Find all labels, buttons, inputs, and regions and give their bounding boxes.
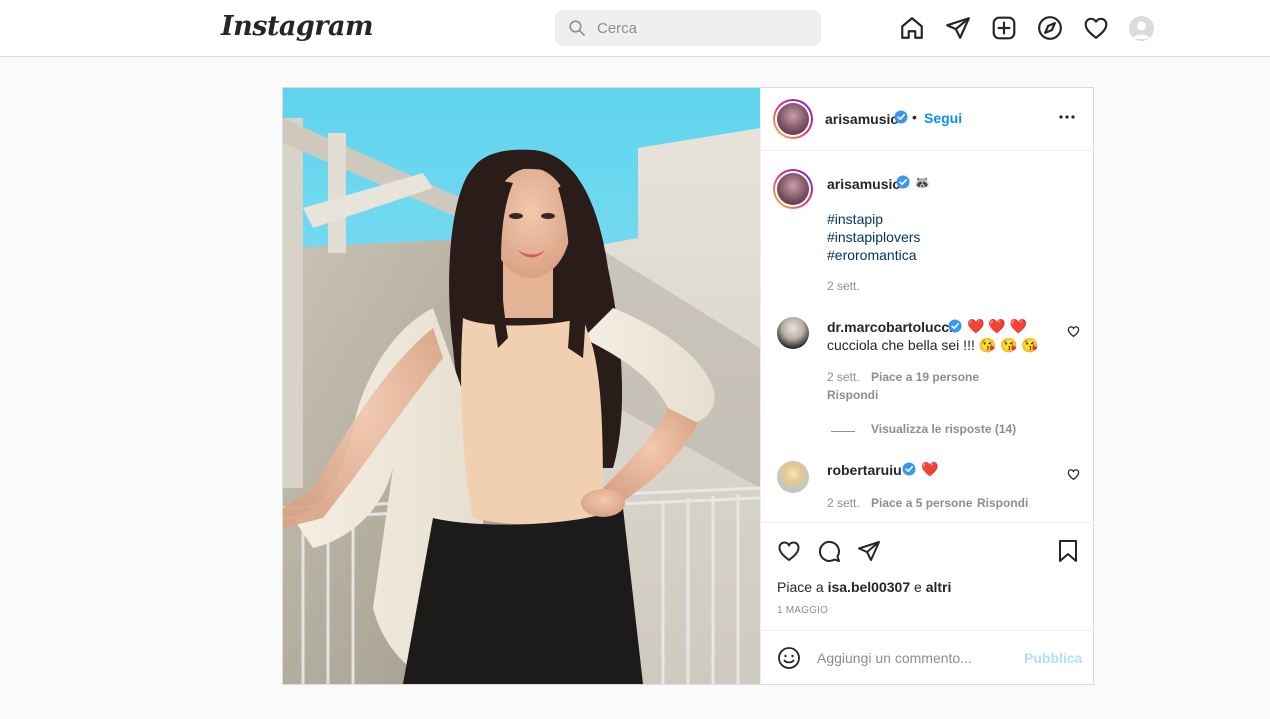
caption-and-comments: arisamusic 🦝 #instapip #instapiplovers #…	[761, 151, 1094, 521]
publish-button[interactable]: Pubblica	[1024, 650, 1082, 666]
post-photo[interactable]	[283, 88, 760, 684]
caption-author-avatar[interactable]	[773, 169, 813, 209]
more-options-icon[interactable]	[1058, 108, 1076, 126]
explore-icon[interactable]	[1037, 15, 1063, 41]
like-comment-icon[interactable]	[1067, 468, 1080, 481]
likes-others-link[interactable]: altri	[926, 579, 952, 595]
home-icon[interactable]	[899, 15, 925, 41]
search-box[interactable]	[555, 10, 821, 46]
comment-text: ❤️	[921, 461, 939, 477]
likes-and: e	[914, 579, 922, 595]
direct-icon[interactable]	[945, 15, 971, 41]
separator-dot: •	[912, 109, 917, 125]
caption-username[interactable]: arisamusic	[827, 176, 900, 192]
like-comment-icon[interactable]	[1067, 325, 1080, 338]
emoji-icon[interactable]	[777, 646, 801, 670]
hashtag-link[interactable]: #instapiplovers	[827, 228, 920, 246]
post-date[interactable]: 1 MAGGIO	[777, 605, 828, 616]
hashtag-link[interactable]: #instapip	[827, 210, 920, 228]
search-input[interactable]	[597, 17, 807, 39]
comment-icon[interactable]	[817, 539, 841, 563]
profile-avatar[interactable]	[1129, 16, 1154, 41]
post-card: arisamusic • Segui arisamusic 🦝 #instapi…	[282, 87, 1094, 685]
hashtag-list: #instapip #instapiplovers #eroromantica	[827, 210, 920, 264]
comment-username[interactable]: dr.marcobartolucci	[827, 319, 953, 335]
comment-text: cucciola che bella sei !!! 😘 😘 😘	[827, 337, 1039, 353]
post-actions: Piace a isa.bel00307 e altri 1 MAGGIO	[761, 522, 1094, 630]
caption-emoji: 🦝	[914, 175, 931, 190]
follow-button[interactable]: Segui	[924, 110, 962, 126]
post-side-panel: arisamusic • Segui arisamusic 🦝 #instapi…	[760, 88, 1094, 685]
commenter-avatar[interactable]	[777, 461, 809, 493]
likes-prefix: Piace a	[777, 579, 824, 595]
verified-badge-icon	[896, 175, 910, 189]
verified-badge-icon	[894, 110, 908, 124]
caption-time[interactable]: 2 sett.	[827, 279, 860, 293]
like-icon[interactable]	[777, 539, 801, 563]
search-icon	[569, 20, 585, 36]
verified-badge-icon	[948, 319, 962, 333]
comment-time[interactable]: 2 sett.	[827, 496, 860, 510]
view-replies-button[interactable]: Visualizza le risposte (14)	[871, 422, 1016, 436]
comment-text: ❤️ ❤️ ❤️	[967, 318, 1028, 334]
new-post-icon[interactable]	[991, 15, 1017, 41]
post-header: arisamusic • Segui	[761, 88, 1094, 151]
save-icon[interactable]	[1057, 539, 1079, 563]
instagram-logo[interactable]: Instagram	[221, 11, 374, 42]
comment-username[interactable]: robertaruiu	[827, 462, 902, 478]
top-navigation-bar: Instagram	[0, 0, 1270, 57]
reply-button[interactable]: Rispondi	[977, 496, 1028, 510]
hashtag-link[interactable]: #eroromantica	[827, 246, 920, 264]
comment-likes[interactable]: Piace a 19 persone	[871, 370, 979, 384]
add-comment-input[interactable]	[817, 647, 1017, 669]
verified-badge-icon	[902, 462, 916, 476]
replies-line	[831, 431, 855, 432]
liked-by-user[interactable]: isa.bel00307	[828, 579, 911, 595]
reply-button[interactable]: Rispondi	[827, 388, 878, 402]
comment-likes[interactable]: Piace a 5 persone	[871, 496, 972, 510]
comment-time[interactable]: 2 sett.	[827, 370, 860, 384]
likes-summary: Piace a isa.bel00307 e altri	[777, 579, 951, 595]
add-comment-bar: Pubblica	[761, 630, 1094, 685]
share-icon[interactable]	[857, 539, 881, 563]
post-author-username[interactable]: arisamusic	[825, 111, 898, 127]
default-avatar-icon	[1133, 21, 1150, 39]
post-image	[283, 88, 760, 684]
commenter-avatar[interactable]	[777, 317, 809, 349]
author-avatar[interactable]	[773, 99, 813, 139]
activity-icon[interactable]	[1083, 15, 1109, 41]
